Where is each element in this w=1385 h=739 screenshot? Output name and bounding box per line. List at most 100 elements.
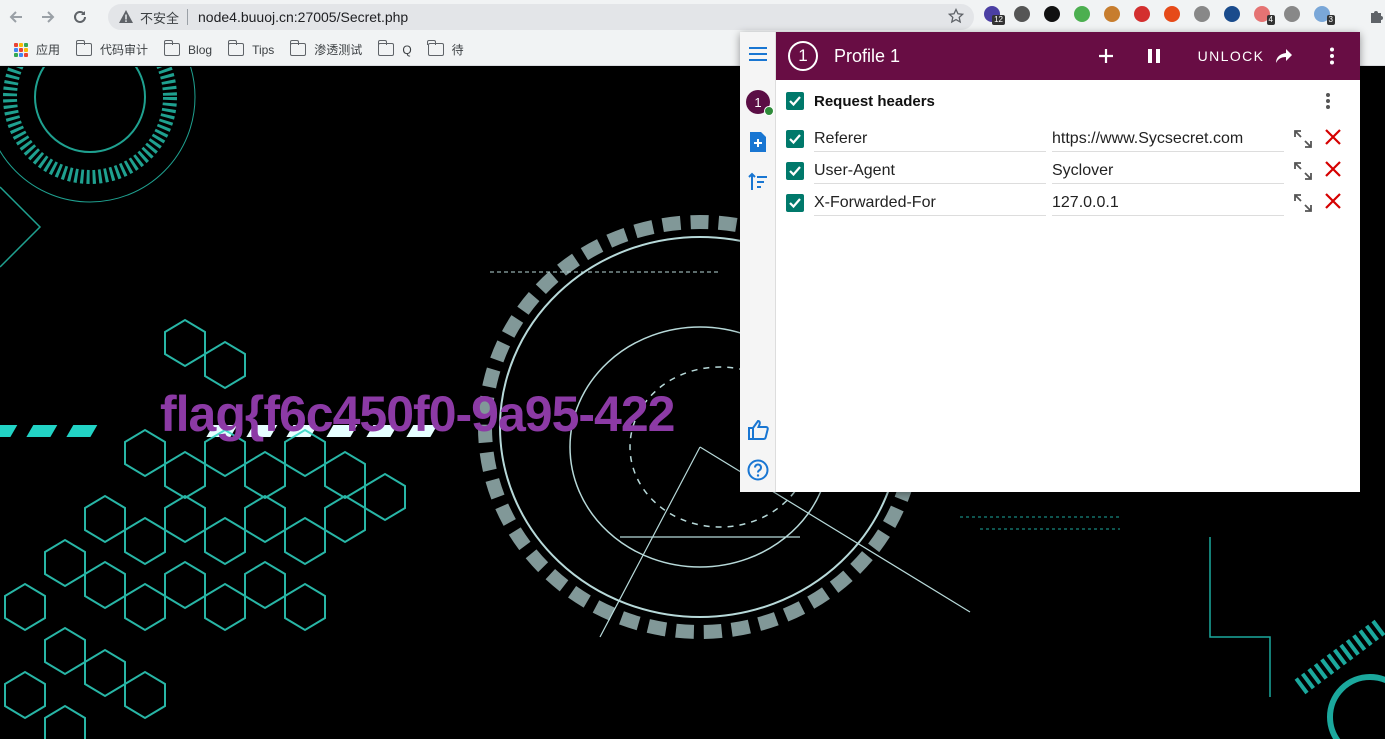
thumbs-up-icon — [748, 419, 769, 440]
cursor-icon[interactable] — [1074, 6, 1090, 22]
folder-icon — [427, 40, 444, 56]
address-bar[interactable]: 不安全 node4.buuoj.cn:27005/Secret.php — [108, 4, 974, 30]
header-row: User-Agent Syclover — [786, 156, 1350, 186]
extension-badge: 4 — [1266, 15, 1275, 25]
add-profile-button[interactable] — [746, 130, 770, 154]
delete-icon[interactable] — [1322, 158, 1344, 180]
help-button[interactable] — [746, 458, 770, 482]
profile-number-badge[interactable]: 1 — [788, 41, 818, 71]
menu-button[interactable] — [746, 42, 770, 66]
modheader-icon[interactable]: 3 — [1314, 6, 1335, 25]
play-icon[interactable] — [1134, 6, 1150, 22]
folder-icon — [289, 40, 307, 56]
header-value-input[interactable]: https://www.Sycsecret.com — [1052, 126, 1284, 152]
header-name-input[interactable]: X-Forwarded-For — [814, 190, 1046, 216]
h-icon[interactable] — [1044, 6, 1060, 22]
check-icon — [789, 134, 801, 145]
header-value-input[interactable]: 127.0.0.1 — [1052, 190, 1284, 216]
bookmark-folder[interactable]: 渗透测试 — [289, 40, 362, 58]
back-button[interactable] — [0, 0, 32, 34]
gear-icon[interactable] — [1014, 6, 1030, 22]
plus-icon — [1099, 49, 1113, 63]
add-file-icon — [750, 132, 766, 152]
bookmark-folder[interactable]: Tips — [227, 40, 275, 57]
header-row: Referer https://www.Sycsecret.com — [786, 124, 1350, 154]
profile-selector[interactable]: 1 — [746, 90, 774, 116]
header-name-input[interactable]: Referer — [814, 126, 1046, 152]
bookmark-label: 待 — [451, 43, 464, 57]
extension-badge: 3 — [1326, 15, 1335, 25]
modheader-popup: 1 1 Profile 1 UNLOCK Request headers Ref… — [740, 32, 1360, 492]
url-text[interactable]: node4.buuoj.cn:27005/Secret.php — [198, 9, 408, 25]
pause-icon — [1148, 49, 1160, 63]
security-label[interactable]: 不安全 — [140, 8, 179, 27]
flag-text: flag{f6c450f0-9a95-422 — [160, 386, 675, 442]
section-title: Request headers — [814, 92, 935, 110]
pause-button[interactable] — [1142, 32, 1166, 80]
header-enable-checkbox[interactable] — [786, 130, 804, 148]
section-enable-checkbox[interactable] — [786, 92, 804, 110]
link-icon[interactable]: 4 — [1254, 6, 1275, 25]
graduation-cap-icon[interactable]: 12 — [984, 6, 1005, 25]
warning-icon — [119, 10, 133, 23]
profile-header: 1 Profile 1 UNLOCK — [776, 32, 1360, 80]
folder-icon — [163, 40, 181, 56]
bookmark-label: 代码审计 — [100, 43, 149, 57]
reload-icon — [74, 10, 86, 23]
share-arrow-icon — [1276, 49, 1292, 63]
check-icon — [789, 198, 801, 209]
hamburger-icon — [749, 47, 767, 61]
bookmark-label: Q — [402, 42, 412, 57]
bookmark-star-icon[interactable] — [948, 8, 964, 24]
kebab-icon — [1330, 47, 1334, 65]
check-icon — [789, 166, 801, 177]
expand-icon[interactable] — [1292, 128, 1314, 150]
reload-button[interactable] — [64, 0, 96, 34]
rate-button[interactable] — [746, 418, 770, 442]
expand-icon[interactable] — [1292, 160, 1314, 182]
check-icon — [789, 96, 801, 107]
profile-avatar-number: 1 — [754, 94, 762, 110]
address-divider — [187, 9, 189, 25]
unlock-button[interactable]: UNLOCK — [1186, 32, 1276, 80]
add-header-button[interactable] — [1094, 32, 1118, 80]
forward-button[interactable] — [32, 0, 64, 34]
folder-icon — [377, 40, 395, 56]
section-menu-button[interactable] — [1320, 92, 1336, 110]
help-icon — [747, 459, 769, 481]
globe-icon[interactable] — [1194, 6, 1210, 22]
bookmark-folder[interactable]: Blog — [163, 40, 212, 57]
bookmark-folder[interactable]: Q — [377, 40, 412, 57]
network-icon[interactable] — [1164, 6, 1180, 22]
bookmark-folder[interactable]: 代码审计 — [75, 40, 149, 58]
arrow-right-icon — [42, 11, 55, 23]
share-button[interactable] — [1272, 32, 1296, 80]
sort-icon — [748, 172, 767, 190]
delete-icon[interactable] — [1322, 190, 1344, 212]
compass-icon[interactable] — [1224, 6, 1240, 22]
bookmark-folder[interactable]: 待 — [427, 40, 464, 58]
header-enable-checkbox[interactable] — [786, 194, 804, 212]
header-name-input[interactable]: User-Agent — [814, 158, 1046, 184]
more-menu-button[interactable] — [1320, 32, 1344, 80]
folder-icon — [75, 40, 93, 56]
header-enable-checkbox[interactable] — [786, 162, 804, 180]
arrow-left-icon — [9, 11, 22, 23]
puzzle-icon[interactable] — [1368, 9, 1384, 25]
header-value-input[interactable]: Syclover — [1052, 158, 1284, 184]
bookmark-label: Tips — [252, 42, 275, 57]
bookmark-label: 应用 — [36, 43, 61, 57]
headers-panel: Request headers Referer https://www.Sycs… — [776, 80, 1360, 492]
arrow-icon[interactable] — [1284, 6, 1300, 22]
extension-badge: 12 — [992, 15, 1005, 25]
profile-title[interactable]: Profile 1 — [834, 46, 900, 67]
expand-icon[interactable] — [1292, 192, 1314, 214]
request-headers-section: Request headers — [786, 92, 935, 110]
browser-toolbar: 不安全 node4.buuoj.cn:27005/Secret.php 12 4 3 — [0, 0, 1385, 34]
active-check-icon — [764, 106, 774, 116]
bookmark-apps[interactable]: 应用 — [14, 41, 60, 58]
delete-icon[interactable] — [1322, 126, 1344, 148]
sort-button[interactable] — [746, 170, 770, 194]
cookie-icon[interactable] — [1104, 6, 1120, 22]
profile-avatar: 1 — [746, 90, 774, 116]
